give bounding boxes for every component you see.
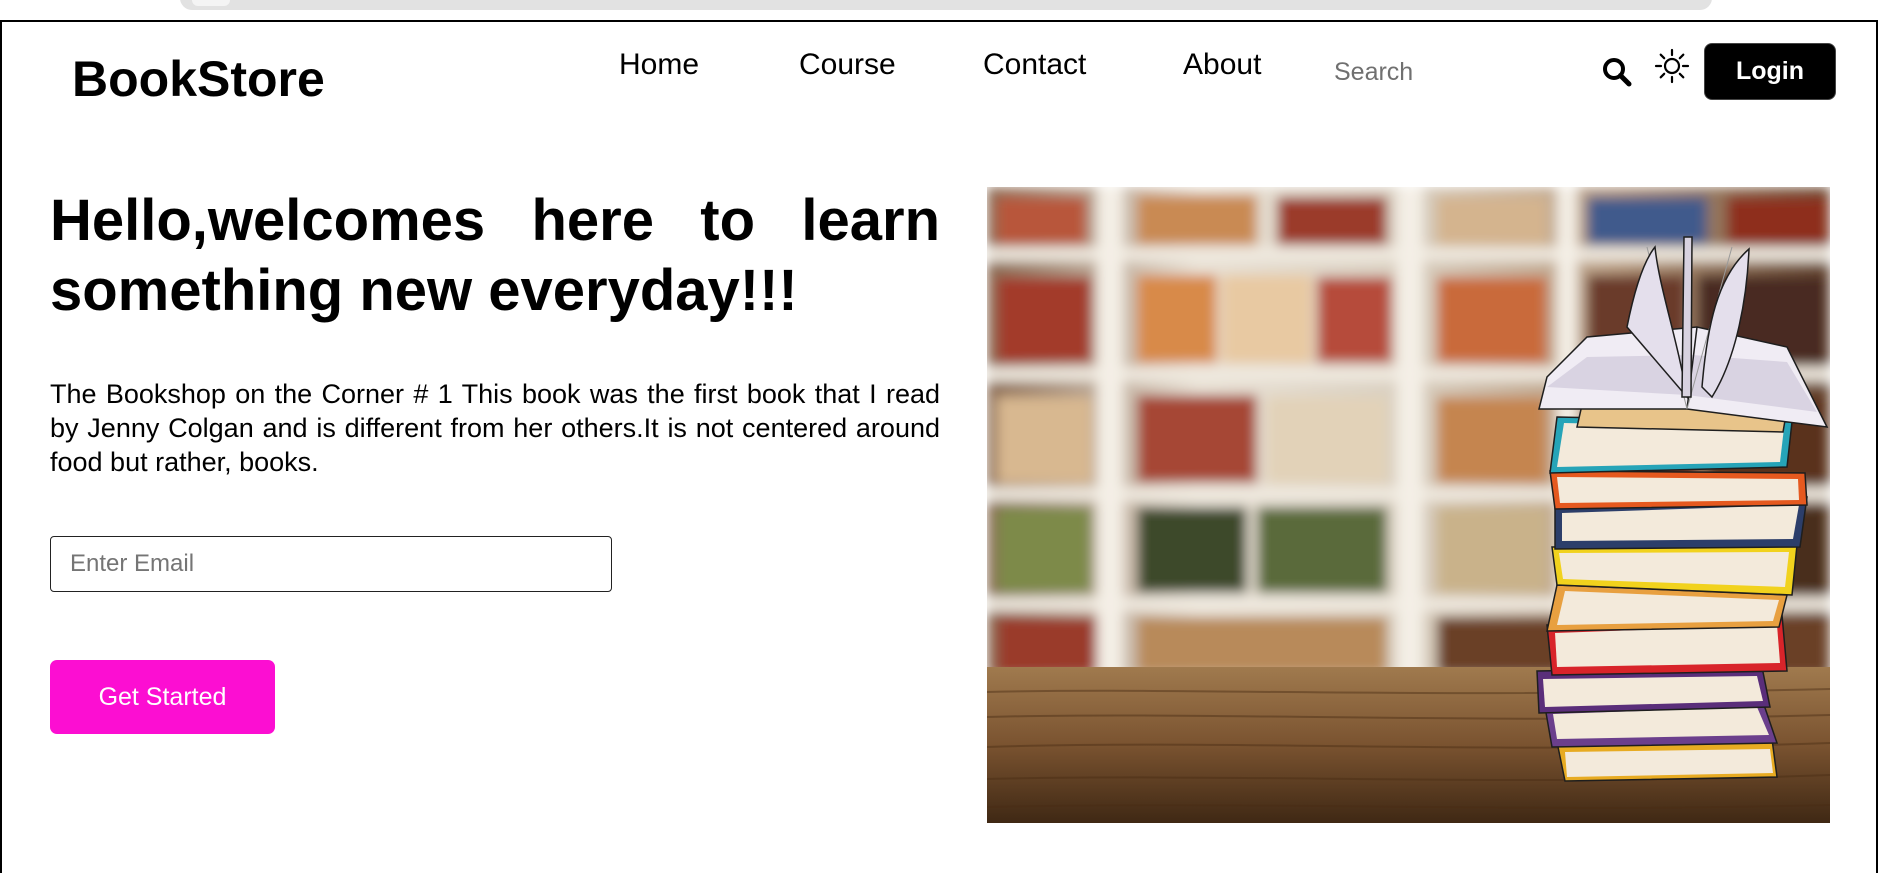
search-input[interactable]	[1326, 52, 1576, 92]
hero-image	[987, 187, 1830, 823]
login-button[interactable]: Login	[1705, 44, 1835, 99]
get-started-button[interactable]: Get Started	[50, 660, 275, 734]
hero-description: The Bookshop on the Corner # 1 This book…	[50, 379, 940, 477]
nav-course-link[interactable]: Course	[799, 48, 896, 82]
nav-contact-link[interactable]: Contact	[983, 48, 1086, 82]
search-icon[interactable]	[1601, 56, 1633, 88]
browser-tab-stub	[192, 0, 230, 6]
site-logo[interactable]: BookStore	[72, 50, 325, 108]
browser-chrome	[0, 0, 1881, 21]
browser-address-bar[interactable]	[180, 0, 1712, 10]
email-field[interactable]	[50, 536, 612, 592]
nav-home-link[interactable]: Home	[619, 48, 699, 82]
nav-about-link[interactable]: About	[1183, 48, 1261, 82]
sun-icon[interactable]	[1654, 48, 1690, 84]
hero-title: Hello,welcomes here to learn something n…	[50, 188, 940, 323]
